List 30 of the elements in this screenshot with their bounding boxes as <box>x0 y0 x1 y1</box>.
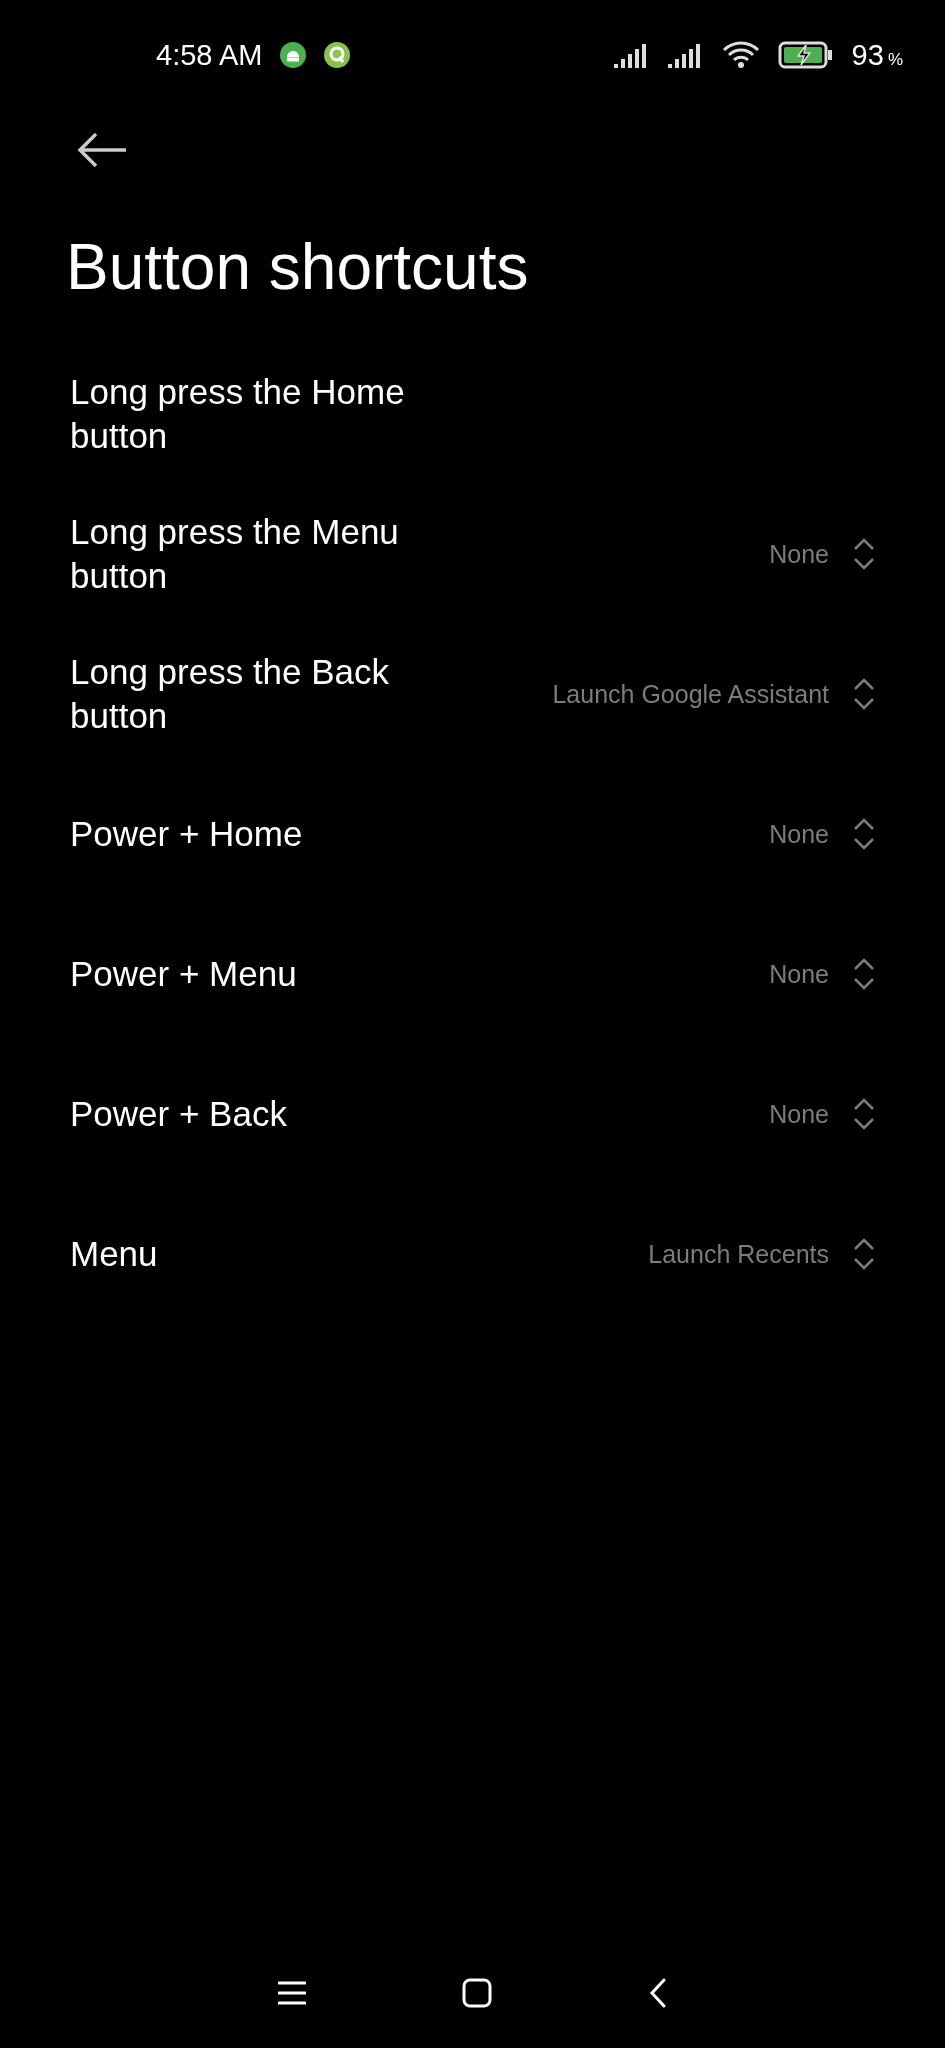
setting-label[interactable]: Power + Home <box>70 812 303 856</box>
battery-level: 93 <box>851 38 884 72</box>
battery-charging-icon <box>777 41 834 69</box>
up-down-icon <box>853 1237 875 1271</box>
up-down-icon <box>853 957 875 991</box>
setting-label[interactable]: Power + Back <box>70 1092 287 1136</box>
wifi-icon <box>721 40 760 70</box>
setting-value[interactable]: Launch Google Assistant <box>552 679 829 709</box>
setting-label[interactable]: Long press the Menu button <box>70 510 470 598</box>
setting-value[interactable]: None <box>769 539 829 569</box>
setting-label[interactable]: Power + Menu <box>70 952 297 996</box>
home-icon[interactable] <box>462 1978 493 2008</box>
up-down-icon <box>853 1097 875 1131</box>
setting-label[interactable]: Long press the Back button <box>70 650 470 738</box>
setting-value[interactable]: Launch Recents <box>648 1239 829 1269</box>
up-down-icon <box>853 817 875 851</box>
setting-value[interactable]: None <box>769 819 829 849</box>
battery-unit: % <box>887 49 903 70</box>
setting-value[interactable]: None <box>769 1099 829 1129</box>
page-title: Button shortcuts <box>66 230 530 304</box>
android-icon <box>280 42 307 68</box>
up-down-icon <box>853 677 875 711</box>
up-down-icon <box>853 537 875 571</box>
setting-label[interactable]: Long press the Home button <box>70 370 470 458</box>
setting-value[interactable]: None <box>769 959 829 989</box>
setting-label[interactable]: Menu <box>70 1232 158 1276</box>
back-icon[interactable] <box>648 1978 667 2008</box>
status-time: 4:58 AM <box>156 38 263 72</box>
menu-icon[interactable] <box>278 1980 307 2006</box>
app-icon <box>324 42 351 68</box>
